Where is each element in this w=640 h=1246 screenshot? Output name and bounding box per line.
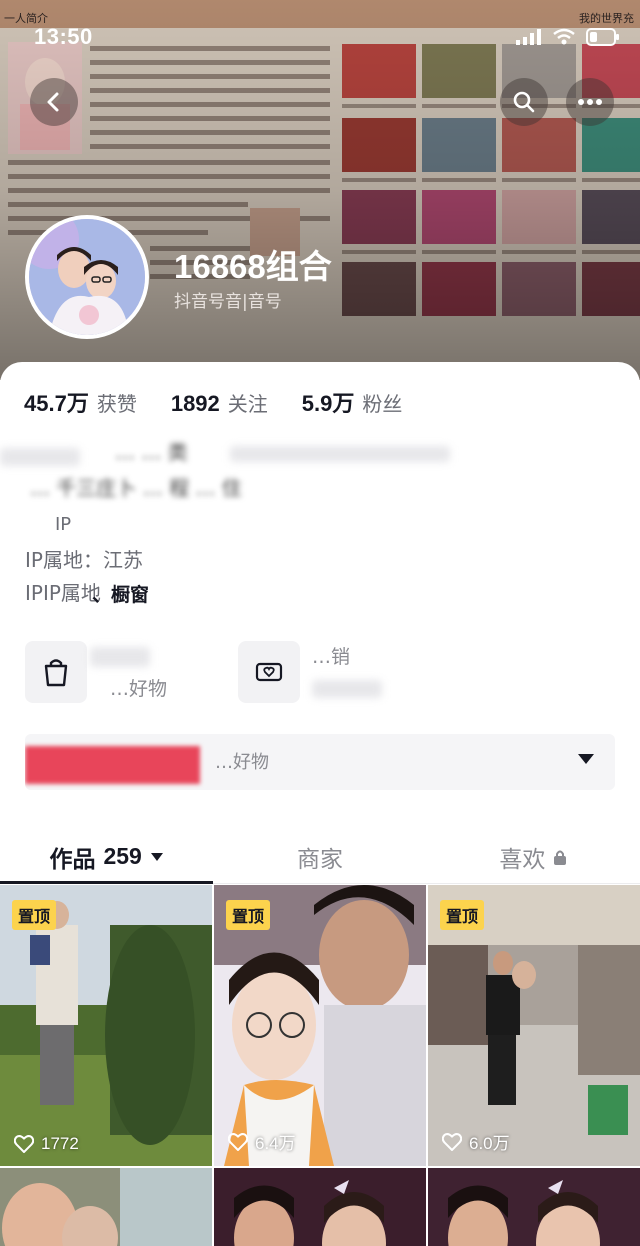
content-tabs: 作品 259 商家 喜欢	[0, 830, 640, 884]
signal-icon	[516, 29, 541, 45]
tab-works-label: 作品	[49, 846, 96, 873]
bio-redaction-1	[0, 448, 80, 466]
back-button[interactable]	[30, 78, 78, 126]
ip-location: IP属地：江苏	[25, 548, 143, 572]
avatar[interactable]	[25, 215, 149, 339]
video-thumbnail	[428, 1168, 640, 1246]
profile-card: 45.7万 获赞 1892 关注 5.9万 粉丝 … … 类 … 千三庄卜 … …	[0, 362, 640, 1246]
stat-following[interactable]: 1892 关注	[171, 388, 268, 417]
video-card[interactable]	[0, 1168, 212, 1246]
heart-outline-icon	[228, 1132, 248, 1151]
bio-line-2: … 千三庄卜 … 程 … 住	[30, 476, 242, 500]
heart-card-icon	[255, 662, 283, 682]
more-dots-icon	[578, 99, 602, 105]
wifi-icon	[553, 28, 575, 45]
video-card[interactable]	[428, 1168, 640, 1246]
pinned-badge: 置顶	[12, 900, 57, 930]
tab-merchant-label: 商家	[296, 846, 343, 873]
ip-location-repeat: IPIP属地	[25, 581, 101, 605]
bio-line-1: … … 类	[115, 440, 188, 464]
stat-following-label: 关注	[227, 392, 268, 416]
ip-short-label: IP	[55, 514, 72, 535]
profile-nickname: 16868组合	[174, 248, 332, 285]
shopping-bag-icon	[44, 659, 68, 687]
video-card[interactable]: 置顶 6.0万	[428, 885, 640, 1166]
video-likes: 1772	[14, 1134, 79, 1154]
stat-fans-label: 粉丝	[362, 392, 403, 416]
stat-likes[interactable]: 45.7万 获赞	[24, 386, 137, 418]
profile-banner: 一人简介 我的世界充 13:50 16868组合 抖音号音|音号	[0, 0, 640, 380]
stat-likes-value: 45.7万	[24, 391, 89, 416]
caret-down-icon	[578, 754, 594, 764]
more-button[interactable]	[566, 78, 614, 126]
video-likes: 6.0万	[442, 1129, 510, 1154]
video-card[interactable]: 置顶 6.4万	[214, 885, 426, 1166]
video-likes-count: 6.0万	[469, 1134, 510, 1153]
video-thumbnail	[214, 1168, 426, 1246]
shop-tile-cart[interactable]	[25, 641, 87, 703]
tab-likes[interactable]: 喜欢	[427, 830, 640, 883]
tab-works[interactable]: 作品 259	[0, 830, 214, 884]
video-card[interactable]: 置顶 1772	[0, 885, 212, 1166]
battery-icon	[586, 28, 619, 46]
lock-icon	[554, 850, 567, 865]
stat-fans[interactable]: 5.9万 粉丝	[302, 386, 403, 418]
shop-redaction-2	[312, 680, 382, 698]
douyin-id[interactable]: 抖音号音|音号	[174, 287, 282, 312]
status-icons	[516, 28, 620, 46]
avatar-photo	[29, 219, 145, 335]
bio-redaction-2	[230, 446, 450, 462]
search-button[interactable]	[500, 78, 548, 126]
heart-outline-icon	[14, 1135, 34, 1153]
status-time: 13:50	[34, 24, 93, 49]
tab-works-count: 259	[103, 843, 142, 869]
promo-strip[interactable]: …好物	[25, 734, 615, 790]
video-grid: 置顶 1772 置顶 6.4万 置顶 6.0万	[0, 885, 640, 1246]
stat-likes-label: 获赞	[96, 392, 137, 416]
promo-strip-redaction	[25, 746, 200, 784]
stat-following-value: 1892	[170, 391, 220, 416]
stat-fans-value: 5.9万	[301, 391, 355, 416]
video-card[interactable]	[214, 1168, 426, 1246]
video-likes: 6.4万	[228, 1129, 296, 1154]
tab-merchant[interactable]: 商家	[213, 830, 426, 883]
search-icon	[513, 91, 535, 113]
pinned-badge: 置顶	[226, 900, 271, 930]
shop-tile1-text: …好物	[110, 678, 168, 700]
stats-row: 45.7万 获赞 1892 关注 5.9万 粉丝	[24, 386, 436, 418]
heart-outline-icon	[442, 1132, 462, 1151]
promo-strip-text: …好物	[215, 752, 269, 773]
chevron-left-icon	[47, 92, 59, 112]
showcase-label[interactable]: 、橱窗	[92, 580, 149, 607]
video-likes-count: 1772	[41, 1134, 79, 1153]
caret-down-icon	[150, 852, 163, 861]
video-likes-count: 6.4万	[255, 1134, 296, 1153]
shop-row	[25, 641, 87, 703]
shop-tile-gift[interactable]	[238, 641, 300, 703]
tab-likes-label: 喜欢	[499, 846, 546, 873]
shop-tile2-text: …销	[312, 646, 351, 668]
pinned-badge: 置顶	[440, 900, 485, 930]
video-thumbnail	[0, 1168, 212, 1246]
shop-redaction-1	[90, 647, 150, 667]
banner-caption-right: 我的世界充	[579, 12, 634, 25]
